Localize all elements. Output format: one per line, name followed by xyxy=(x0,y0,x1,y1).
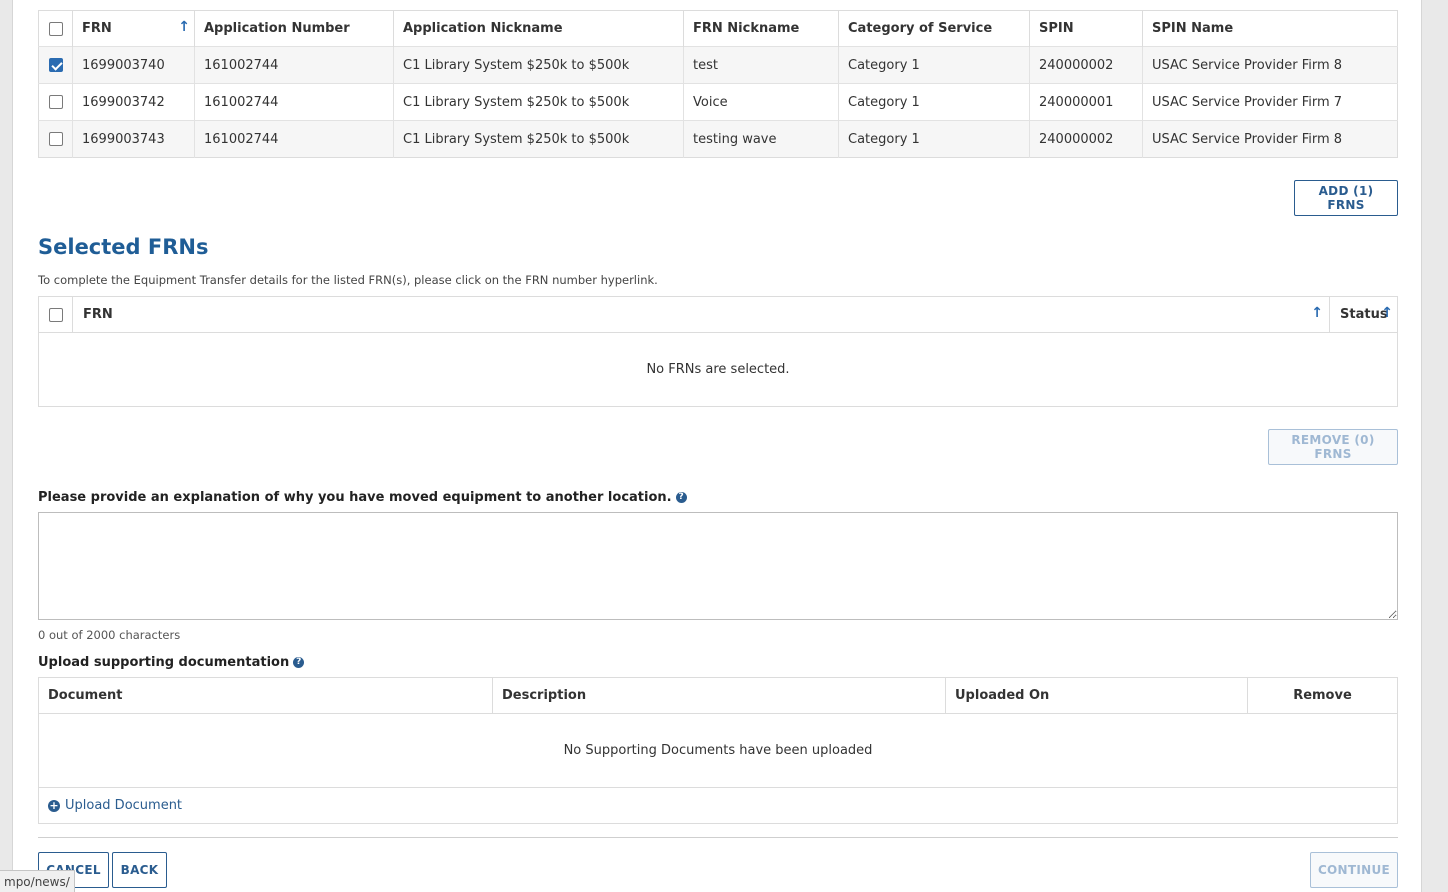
col-uploaded-on: Uploaded On xyxy=(946,678,1248,713)
cell-category: Category 1 xyxy=(838,46,1030,84)
cell-frn: 1699003742 xyxy=(72,83,195,121)
cell-spin-name: USAC Service Provider Firm 7 xyxy=(1142,83,1398,121)
continue-button[interactable]: CONTINUE xyxy=(1310,852,1398,888)
cell-spin-name: USAC Service Provider Firm 8 xyxy=(1142,46,1398,84)
table-row: 1699003743 161002744 C1 Library System $… xyxy=(38,120,1398,158)
cell-spin: 240000002 xyxy=(1029,120,1143,158)
help-icon[interactable]: ? xyxy=(675,492,687,503)
character-counter: 0 out of 2000 characters xyxy=(38,628,181,642)
selected-select-all-checkbox[interactable] xyxy=(48,307,63,322)
cell-category: Category 1 xyxy=(838,120,1030,158)
col-status[interactable]: Status ↑ xyxy=(1330,297,1397,332)
row-checkbox[interactable] xyxy=(48,58,63,72)
frn-table-header: FRN ↑ Application Number Application Nick… xyxy=(38,10,1398,47)
row-checkbox[interactable] xyxy=(48,95,63,109)
select-all-checkbox[interactable] xyxy=(48,21,63,36)
selected-frns-title: Selected FRNs xyxy=(38,235,209,259)
cell-spin: 240000002 xyxy=(1029,46,1143,84)
cell-app-number: 161002744 xyxy=(194,46,394,84)
cell-frn: 1699003743 xyxy=(72,120,195,158)
explanation-textarea[interactable] xyxy=(38,512,1398,620)
selected-frns-table: FRN ↑ Status ↑ No FRNs are selected. xyxy=(38,296,1398,407)
cell-app-number: 161002744 xyxy=(194,83,394,121)
row-checkbox-cell xyxy=(38,83,73,121)
table-row: 1699003742 161002744 C1 Library System $… xyxy=(38,83,1398,121)
cell-spin: 240000001 xyxy=(1029,83,1143,121)
col-spin[interactable]: SPIN xyxy=(1029,10,1143,47)
sort-arrow-icon[interactable]: ↑ xyxy=(1311,305,1323,321)
cell-frn-nickname: test xyxy=(683,46,839,84)
col-application-number[interactable]: Application Number xyxy=(194,10,394,47)
remove-frns-button[interactable]: REMOVE (0) FRNS xyxy=(1268,429,1398,465)
browser-status-url: mpo/news/ xyxy=(0,870,75,892)
col-description: Description xyxy=(493,678,946,713)
row-checkbox-cell xyxy=(38,46,73,84)
select-all-cell xyxy=(39,297,73,332)
documents-header: Document Description Uploaded On Remove xyxy=(39,678,1397,714)
sort-arrow-icon[interactable]: ↑ xyxy=(178,19,190,35)
upload-document-link[interactable]: + Upload Document xyxy=(39,788,1397,823)
cell-category: Category 1 xyxy=(838,83,1030,121)
upload-label: Upload supporting documentation? xyxy=(38,655,305,670)
add-frns-button[interactable]: ADD (1) FRNS xyxy=(1294,180,1398,216)
cell-app-number: 161002744 xyxy=(194,120,394,158)
row-checkbox[interactable] xyxy=(48,132,63,146)
help-icon[interactable]: ? xyxy=(293,657,305,668)
table-row: 1699003740 161002744 C1 Library System $… xyxy=(38,46,1398,84)
selected-frns-header: FRN ↑ Status ↑ xyxy=(39,297,1397,333)
selected-frns-hint: To complete the Equipment Transfer detai… xyxy=(38,273,658,287)
row-checkbox-cell xyxy=(38,120,73,158)
col-application-nickname[interactable]: Application Nickname xyxy=(393,10,684,47)
cell-spin-name: USAC Service Provider Firm 8 xyxy=(1142,120,1398,158)
cell-app-nickname: C1 Library System $250k to $500k xyxy=(393,46,684,84)
cell-app-nickname: C1 Library System $250k to $500k xyxy=(393,120,684,158)
cell-app-nickname: C1 Library System $250k to $500k xyxy=(393,83,684,121)
select-all-cell xyxy=(38,10,73,47)
plus-circle-icon: + xyxy=(48,798,60,812)
sort-arrow-icon[interactable]: ↑ xyxy=(1381,305,1393,321)
col-document: Document xyxy=(39,678,493,713)
frn-table: FRN ↑ Application Number Application Nick… xyxy=(38,10,1398,158)
selected-frns-empty: No FRNs are selected. xyxy=(646,362,790,377)
divider xyxy=(38,837,1398,838)
col-spin-name[interactable]: SPIN Name xyxy=(1143,11,1398,47)
back-button[interactable]: BACK xyxy=(112,852,167,888)
col-frn-nickname[interactable]: FRN Nickname xyxy=(683,10,839,47)
main-panel: FRN ↑ Application Number Application Nick… xyxy=(12,0,1422,892)
cell-frn-nickname: testing wave xyxy=(683,120,839,158)
documents-empty: No Supporting Documents have been upload… xyxy=(39,714,1397,788)
col-category-of-service[interactable]: Category of Service xyxy=(838,10,1030,47)
cell-frn: 1699003740 xyxy=(72,46,195,84)
col-frn[interactable]: FRN ↑ xyxy=(72,10,195,47)
col-frn[interactable]: FRN ↑ xyxy=(73,297,1330,332)
documents-table: Document Description Uploaded On Remove … xyxy=(38,677,1398,824)
explanation-label: Please provide an explanation of why you… xyxy=(38,490,687,505)
cell-frn-nickname: Voice xyxy=(683,83,839,121)
col-remove: Remove xyxy=(1293,688,1352,703)
